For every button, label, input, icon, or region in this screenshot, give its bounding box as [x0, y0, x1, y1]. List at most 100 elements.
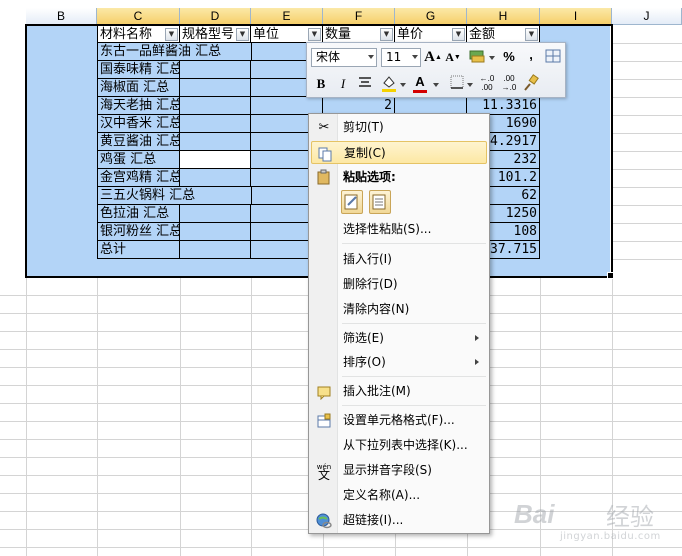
menu-item-paste-special[interactable]: 选择性粘贴(S)... — [311, 218, 487, 241]
menu-item-sort[interactable]: 排序(O) — [311, 351, 487, 374]
font-color-button[interactable]: A — [410, 72, 430, 93]
table-cell[interactable] — [180, 241, 251, 259]
paste-formatting-button[interactable] — [341, 190, 363, 214]
menu-item-insert-row[interactable]: 插入行(I) — [311, 248, 487, 271]
menu-item-hyperlink[interactable]: 超链接(I)... — [311, 509, 487, 532]
font-name-value: 宋体 — [316, 50, 341, 64]
column-header-i[interactable]: I — [540, 8, 612, 25]
chevron-down-icon[interactable] — [489, 56, 495, 60]
paste-values-button[interactable] — [369, 190, 391, 214]
table-cell[interactable] — [180, 79, 251, 97]
menu-item-label: 删除行(D) — [343, 277, 398, 291]
spreadsheet[interactable]: B C D E F G H I J 材料名称 ▼ 规格型号 ▼ 单位 ▼ 数量 … — [0, 0, 682, 556]
chevron-right-icon — [475, 335, 479, 341]
watermark-url: jingyan.baidu.com — [560, 531, 661, 542]
table-cell-name[interactable]: 银河粉丝 汇总 — [97, 223, 180, 241]
menu-item-clear-contents[interactable]: 清除内容(N) — [311, 298, 487, 321]
column-header-c[interactable]: C — [97, 8, 180, 25]
table-cell-name[interactable]: 色拉油 汇总 — [97, 205, 180, 223]
chevron-down-icon[interactable] — [400, 83, 406, 87]
menu-item-label: 选择性粘贴(S)... — [343, 222, 432, 236]
table-cell-name[interactable]: 金宫鸡精 汇总 — [97, 169, 180, 187]
shrink-font-button[interactable]: A▼ — [443, 47, 463, 67]
table-cell[interactable] — [180, 169, 251, 187]
mini-toolbar[interactable]: 宋体 11 A▲ A▼ % , B I A ←.0 .00 .00 →.0 — [306, 42, 566, 98]
column-header-h[interactable]: H — [467, 8, 540, 25]
filter-dropdown-icon[interactable]: ▼ — [308, 28, 321, 41]
chevron-down-icon[interactable] — [433, 83, 439, 87]
filter-dropdown-icon[interactable]: ▼ — [236, 28, 249, 41]
column-header-e[interactable]: E — [251, 8, 323, 25]
table-cell[interactable] — [180, 97, 251, 115]
table-cell-name[interactable]: 海天老抽 汇总 — [97, 97, 180, 115]
menu-separator — [342, 243, 486, 244]
column-header-g[interactable]: G — [395, 8, 467, 25]
menu-item-insert-comment[interactable]: 插入批注(M) — [311, 380, 487, 403]
borders-button[interactable] — [447, 74, 467, 94]
table-cell-name[interactable]: 国泰味精 汇总 — [97, 61, 180, 79]
menu-item-pick-from-list[interactable]: 从下拉列表中选择(K)... — [311, 434, 487, 457]
table-cell-name[interactable]: 东古一品鲜酱油 汇总 — [97, 43, 252, 61]
increase-decimal-button[interactable]: ←.0 .00 — [477, 74, 497, 94]
currency-icon — [469, 50, 485, 63]
menu-item-delete-row[interactable]: 删除行(D) — [311, 273, 487, 296]
menu-item-cut[interactable]: ✂ 剪切(T) — [311, 116, 487, 139]
filter-active-icon[interactable]: ▼ — [452, 28, 465, 41]
column-header-d[interactable]: D — [180, 8, 251, 25]
phonetic-icon: wén 文 — [316, 463, 332, 482]
table-cell[interactable] — [180, 61, 251, 79]
menu-item-copy[interactable]: 复制(C) — [311, 141, 487, 164]
fill-handle[interactable] — [607, 272, 614, 279]
percent-style-button[interactable]: % — [499, 47, 519, 67]
menu-item-format-cells[interactable]: 设置单元格格式(F)... — [311, 409, 487, 432]
menu-separator — [342, 323, 486, 324]
italic-button[interactable]: I — [333, 74, 353, 94]
table-cell-total-label[interactable]: 总计 — [97, 241, 180, 259]
filter-dropdown-icon[interactable]: ▼ — [380, 28, 393, 41]
accounting-format-button[interactable] — [467, 47, 487, 67]
comment-icon — [316, 384, 332, 401]
menu-item-label: 清除内容(N) — [343, 302, 410, 316]
watermark-brand: Bai — [514, 499, 555, 529]
menu-item-label: 插入批注(M) — [343, 384, 411, 398]
table-cell-name[interactable]: 海椒面 汇总 — [97, 79, 180, 97]
bold-button[interactable]: B — [311, 74, 331, 94]
table-cell[interactable] — [180, 133, 251, 151]
paint-bucket-icon — [382, 76, 396, 92]
comma-style-button[interactable]: , — [521, 45, 541, 65]
grid-line — [612, 259, 682, 260]
table-cell-name[interactable]: 鸡蛋 汇总 — [97, 151, 180, 169]
table-cell-name[interactable]: 三五火锅料 汇总 — [97, 187, 252, 205]
decrease-decimal-button[interactable]: .00 →.0 — [499, 74, 519, 94]
grid-line — [612, 79, 682, 80]
filter-dropdown-icon[interactable]: ▼ — [525, 28, 538, 41]
format-painter-button[interactable] — [521, 74, 541, 94]
table-cell-name[interactable]: 黄豆酱油 汇总 — [97, 133, 180, 151]
format-painter-panel-button[interactable] — [543, 47, 563, 67]
column-header-b[interactable]: B — [26, 8, 97, 25]
watermark: Bai 经验 jingyan.baidu.com — [514, 495, 674, 545]
table-cell[interactable] — [180, 115, 251, 133]
context-menu[interactable]: ✂ 剪切(T) 复制(C) 粘贴选项: 选择性粘贴(S)... 插入行(I) 删… — [308, 113, 490, 534]
center-align-button[interactable] — [355, 74, 375, 94]
paste-options-label: 粘贴选项: — [343, 170, 396, 184]
table-cell-name[interactable]: 汉中香米 汇总 — [97, 115, 180, 133]
chevron-down-icon[interactable] — [467, 83, 473, 87]
grid-line — [0, 547, 682, 548]
paste-options-header: 粘贴选项: — [311, 167, 487, 187]
menu-item-define-name[interactable]: 定义名称(A)... — [311, 484, 487, 507]
watermark-brand-cn: 经验 — [606, 503, 654, 531]
menu-item-filter[interactable]: 筛选(E) — [311, 327, 487, 350]
fill-color-button[interactable] — [379, 73, 399, 93]
column-header-f[interactable]: F — [323, 8, 395, 25]
column-header-j[interactable]: J — [612, 8, 682, 25]
filter-dropdown-icon[interactable]: ▼ — [165, 28, 178, 41]
font-name-dropdown[interactable]: 宋体 — [311, 48, 377, 67]
font-size-value: 11 — [386, 50, 402, 64]
font-size-dropdown[interactable]: 11 — [381, 48, 421, 67]
table-cell[interactable] — [180, 151, 251, 169]
table-cell[interactable] — [180, 223, 251, 241]
menu-item-show-phonetic[interactable]: wén 文 显示拼音字段(S) — [311, 459, 487, 482]
grow-font-button[interactable]: A▲ — [423, 47, 443, 67]
table-cell[interactable] — [180, 205, 251, 223]
